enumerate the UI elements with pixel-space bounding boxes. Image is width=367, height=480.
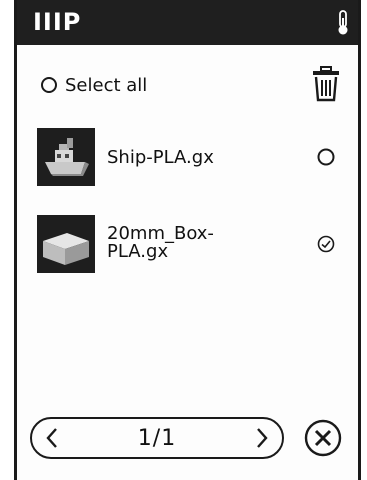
- chevron-left-icon: [46, 428, 57, 448]
- file-row-ship[interactable]: Ship-PLA.gx: [37, 128, 337, 186]
- ship-thumbnail: [37, 128, 95, 186]
- page-indicator: 1/1: [137, 425, 177, 451]
- next-page-button[interactable]: [242, 419, 282, 457]
- close-icon[interactable]: [304, 419, 342, 457]
- trash-icon[interactable]: [312, 66, 340, 102]
- header-bar: IIIP: [17, 0, 358, 45]
- file-list-screen: IIIP Select all Ship-PLA.gx 20mm_Box- PL…: [14, 0, 361, 480]
- file-name-line-2: PLA.gx: [107, 241, 169, 262]
- file-name: 20mm_Box- PLA.gx: [107, 225, 214, 261]
- header-title: IIIP: [33, 8, 82, 36]
- select-all-label: Select all: [65, 74, 148, 96]
- unselected-radio-icon[interactable]: [317, 148, 335, 166]
- select-all-toggle[interactable]: Select all: [41, 72, 147, 98]
- checked-radio-icon[interactable]: [317, 235, 335, 253]
- select-all-radio[interactable]: [41, 77, 57, 93]
- box-thumbnail: [37, 215, 95, 273]
- pager: 1/1: [30, 417, 284, 459]
- thermometer-icon[interactable]: [336, 10, 350, 36]
- file-name: Ship-PLA.gx: [107, 147, 214, 168]
- file-row-box[interactable]: 20mm_Box- PLA.gx: [37, 215, 337, 273]
- prev-page-button[interactable]: [32, 419, 72, 457]
- chevron-right-icon: [257, 428, 268, 448]
